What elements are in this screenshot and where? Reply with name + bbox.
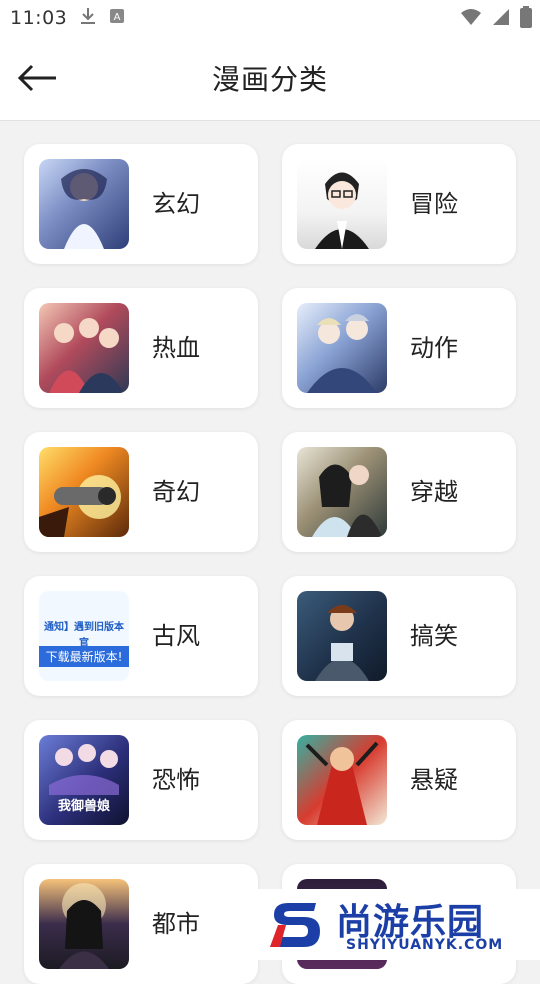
category-card-gaoxiao[interactable]: 搞笑 — [282, 576, 516, 696]
category-thumbnail — [297, 447, 387, 537]
category-card-rexue[interactable]: 热血 — [24, 288, 258, 408]
category-card-xuanhuan[interactable]: 玄幻 — [24, 144, 258, 264]
status-bar: 11:03 A — [0, 0, 540, 36]
category-label: 穿越 — [410, 478, 458, 506]
category-thumbnail — [297, 591, 387, 681]
download-icon — [79, 6, 97, 30]
wifi-icon — [460, 8, 482, 30]
a-badge-icon: A — [109, 8, 125, 28]
category-label: 搞笑 — [410, 622, 458, 650]
site-watermark: 尚游乐园 SHYIYUANYK.COM — [258, 889, 540, 960]
category-thumbnail — [297, 303, 387, 393]
category-label: 都市 — [152, 910, 200, 938]
category-thumbnail — [39, 303, 129, 393]
category-card-qihuan[interactable]: 奇幻 — [24, 432, 258, 552]
category-label: 冒险 — [410, 190, 458, 218]
signal-icon — [492, 8, 510, 30]
category-card-xuanyi[interactable]: 悬疑 — [282, 720, 516, 840]
category-card-dongzuo[interactable]: 动作 — [282, 288, 516, 408]
category-label: 悬疑 — [410, 766, 458, 794]
category-thumbnail: 通知】遇到旧版本 官网:www.mh123 下载最新版本! — [39, 591, 129, 681]
category-thumbnail — [39, 447, 129, 537]
app-bar: 漫画分类 — [0, 36, 540, 121]
thumbnail-notice-line: 通知】遇到旧版本 — [44, 622, 124, 633]
category-label: 玄幻 — [152, 190, 200, 218]
category-thumbnail — [39, 159, 129, 249]
battery-icon — [520, 6, 532, 32]
category-label: 古风 — [152, 622, 200, 650]
category-label: 热血 — [152, 334, 200, 362]
category-card-dushi[interactable]: 都市 — [24, 864, 258, 984]
thumbnail-title-text: 我御兽娘 — [57, 799, 110, 814]
category-thumbnail — [297, 159, 387, 249]
category-label: 恐怖 — [152, 766, 200, 794]
category-label: 奇幻 — [152, 478, 200, 506]
category-card-chuanyue[interactable]: 穿越 — [282, 432, 516, 552]
category-grid: 玄幻 冒险 热血 动作 奇幻 穿越 通知】遇到旧版本 官 下载最新版本! 古风 … — [24, 144, 516, 984]
watermark-url: SHYIYUANYK.COM — [346, 937, 504, 953]
watermark-logo-icon — [270, 903, 320, 947]
category-card-maoxian[interactable]: 冒险 — [282, 144, 516, 264]
category-label: 动作 — [410, 334, 458, 362]
status-time: 11:03 — [10, 7, 68, 29]
thumbnail-notice-line: 下载最新版本! — [39, 646, 129, 667]
category-thumbnail: 我御兽娘 — [39, 735, 129, 825]
category-thumbnail — [39, 879, 129, 969]
category-thumbnail — [297, 735, 387, 825]
category-card-gufeng[interactable]: 通知】遇到旧版本 官网:www.mh123 下载最新版本! 古风 — [24, 576, 258, 696]
svg-text:A: A — [114, 12, 121, 23]
category-card-kongbu[interactable]: 我御兽娘 恐怖 — [24, 720, 258, 840]
page-title: 漫画分类 — [211, 63, 328, 96]
